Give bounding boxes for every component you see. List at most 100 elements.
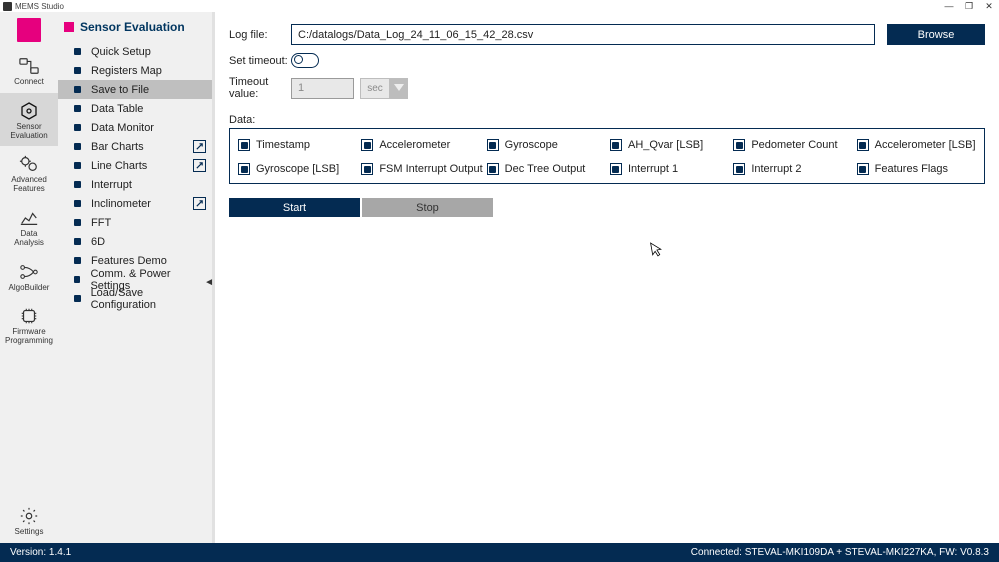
sidebar-item[interactable]: 6D [58,232,212,251]
sidebar-item-label: Bar Charts [91,141,144,153]
bullet-icon [74,219,81,226]
checkbox-label: Interrupt 1 [628,163,678,175]
checkbox-label: Gyroscope [LSB] [256,163,339,175]
sidebar-item[interactable]: Data Table [58,99,212,118]
sidebar-item-label: 6D [91,236,105,248]
data-checkbox[interactable]: Timestamp [238,139,357,151]
sidebar-item[interactable]: Line Charts [58,156,212,175]
sidebar-item-label: Line Charts [91,160,147,172]
bullet-icon [74,86,81,93]
sidebar-item[interactable]: Interrupt [58,175,212,194]
data-checkbox[interactable]: Interrupt 2 [733,163,852,175]
sidebar-item[interactable]: Data Monitor [58,118,212,137]
sidebar-item-label: Quick Setup [91,46,151,58]
analysis-icon [16,206,42,230]
maximize-button[interactable]: ❐ [959,1,979,12]
algobuilder-icon [16,260,42,284]
data-label: Data: [229,114,985,126]
data-checkbox[interactable]: Gyroscope [LSB] [238,163,357,175]
data-checkbox[interactable]: Gyroscope [487,139,606,151]
rail-data-analysis[interactable]: Data Analysis [0,200,58,254]
rail-advanced-features[interactable]: Advanced Features [0,146,58,200]
close-button[interactable]: ✕ [979,1,999,12]
minimize-button[interactable]: — [939,1,959,11]
title-bar: MEMS Studio — ❐ ✕ [0,0,999,12]
checkbox-icon [361,163,373,175]
sidebar-item[interactable]: Save to File [58,80,212,99]
timeout-unit-label: sec [360,78,390,99]
checkbox-icon [487,163,499,175]
rail-sensor-evaluation[interactable]: Sensor Evaluation [0,93,58,147]
data-checkbox[interactable]: AH_Qvar [LSB] [610,139,729,151]
sensor-eval-icon [16,99,42,123]
sidebar-item-label: Data Table [91,103,143,115]
window-title: MEMS Studio [15,2,64,11]
main-panel: Log file: Browse Set timeout: Timeout va… [215,12,999,543]
checkbox-label: Timestamp [256,139,310,151]
version-text: Version: 1.4.1 [10,547,71,558]
data-checkbox[interactable]: Features Flags [857,163,976,175]
sidebar-item-label: Save to File [91,84,149,96]
chevron-down-icon [390,78,408,99]
checkbox-icon [238,163,250,175]
data-checkbox[interactable]: Accelerometer [361,139,482,151]
timeout-value-label: Timeout value: [229,76,291,100]
rail-connect[interactable]: Connect [0,48,58,93]
sidebar-item[interactable]: Load/Save Configuration [58,289,212,308]
bullet-icon [74,124,81,131]
rail-label: Data Analysis [14,230,44,248]
sidebar-title: Sensor Evaluation [58,16,212,42]
bullet-icon [74,257,81,264]
data-checkbox[interactable]: FSM Interrupt Output [361,163,482,175]
set-timeout-label: Set timeout: [229,55,291,67]
gear-icon [16,504,42,528]
left-rail: Connect Sensor Evaluation Advanced Featu… [0,12,58,543]
rail-algobuilder[interactable]: AlgoBuilder [0,254,58,299]
data-box: Timestamp Accelerometer Gyroscope AH_Qvar [… [229,128,985,184]
sidebar-item-label: Data Monitor [91,122,154,134]
rail-firmware-programming[interactable]: Firmware Programming [0,298,58,352]
sidebar-item[interactable]: FFT [58,213,212,232]
log-file-label: Log file: [229,29,291,41]
log-file-input[interactable] [291,24,875,45]
checkbox-label: Dec Tree Output [505,163,586,175]
checkbox-icon [610,163,622,175]
bullet-icon [74,181,81,188]
stop-button[interactable]: Stop [362,198,493,217]
sidebar-item[interactable]: Bar Charts [58,137,212,156]
checkbox-label: Interrupt 2 [751,163,801,175]
sidebar-item-label: Interrupt [91,179,132,191]
checkbox-icon [857,163,869,175]
rail-settings[interactable]: Settings [0,498,58,543]
checkbox-label: FSM Interrupt Output [379,163,482,175]
data-checkbox[interactable]: Interrupt 1 [610,163,729,175]
rail-label: Settings [15,528,44,537]
bullet-icon [74,295,81,302]
timeout-value-input[interactable] [291,78,354,99]
data-checkbox[interactable]: Dec Tree Output [487,163,606,175]
browse-button[interactable]: Browse [887,24,985,45]
data-checkbox[interactable]: Accelerometer [LSB] [857,139,976,151]
data-checkbox[interactable]: Pedometer Count [733,139,852,151]
sidebar-item[interactable]: Registers Map [58,61,212,80]
external-link-icon [193,140,206,153]
title-square-icon [64,22,74,32]
bullet-icon [74,48,81,55]
timeout-unit-select[interactable]: sec [360,78,408,99]
external-link-icon [193,159,206,172]
checkbox-label: AH_Qvar [LSB] [628,139,703,151]
advanced-icon [16,152,42,176]
sidebar-collapse-icon[interactable]: ◄ [204,277,214,288]
sidebar-item[interactable]: Inclinometer [58,194,212,213]
sidebar-item[interactable]: Quick Setup [58,42,212,61]
status-bar: Version: 1.4.1 Connected: STEVAL-MKI109D… [0,543,999,562]
set-timeout-toggle[interactable] [291,53,319,68]
bullet-icon [74,143,81,150]
connect-icon [16,54,42,78]
checkbox-icon [610,139,622,151]
chip-icon [16,304,42,328]
sidebar-item-label: Inclinometer [91,198,151,210]
start-button[interactable]: Start [229,198,360,217]
app-icon [3,2,12,11]
checkbox-label: Pedometer Count [751,139,837,151]
